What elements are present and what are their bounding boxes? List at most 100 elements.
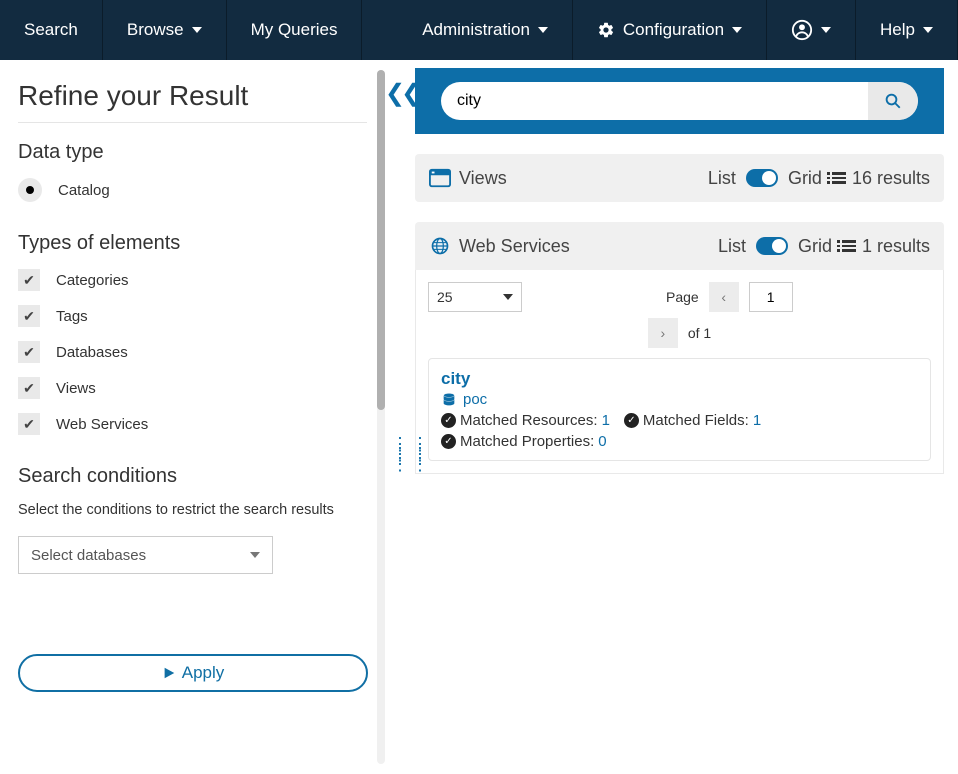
list-icon xyxy=(832,172,846,183)
type-categories[interactable]: ✔ Categories xyxy=(18,269,367,291)
drag-handle-icon[interactable]: ⋮⋮⋮⋮⋮⋮ xyxy=(391,440,431,470)
collapse-column: ❮❮ ⋮⋮⋮⋮⋮⋮ xyxy=(385,60,415,774)
type-tags[interactable]: ✔ Tags xyxy=(18,305,367,327)
views-list-grid-toggle[interactable] xyxy=(746,169,778,187)
nav-user[interactable] xyxy=(767,0,856,60)
search-button[interactable] xyxy=(868,82,918,120)
ws-grid-label: Grid xyxy=(798,236,832,257)
user-icon xyxy=(791,19,813,41)
page-of-label: of 1 xyxy=(688,325,711,341)
caret-down-icon xyxy=(250,552,260,558)
matched-fields-val: 1 xyxy=(753,412,761,429)
caret-down-icon xyxy=(821,27,831,33)
ws-list-grid-toggle[interactable] xyxy=(756,237,788,255)
window-icon xyxy=(429,168,451,188)
caret-down-icon xyxy=(503,294,513,300)
nav-my-queries[interactable]: My Queries xyxy=(227,0,363,60)
database-icon xyxy=(441,392,457,408)
conditions-help: Select the conditions to restrict the se… xyxy=(18,502,367,518)
sidebar-title: Refine your Result xyxy=(18,80,367,123)
caret-down-icon xyxy=(732,27,742,33)
search-banner xyxy=(415,68,944,134)
check-circle-icon: ✓ xyxy=(624,413,639,428)
nav-administration-label: Administration xyxy=(422,20,530,40)
views-results-count: 16 results xyxy=(852,168,930,189)
type-views[interactable]: ✔ Views xyxy=(18,377,367,399)
pager-row-2: › of 1 xyxy=(428,318,931,348)
page-input[interactable] xyxy=(749,282,793,312)
sidebar-scrollbar[interactable] xyxy=(377,70,385,764)
types-heading: Types of elements xyxy=(18,232,367,255)
radio-icon xyxy=(18,178,42,202)
views-section: Views List Grid 16 results xyxy=(415,154,944,202)
matched-props-label: Matched Properties: xyxy=(460,433,594,450)
caret-down-icon xyxy=(538,27,548,33)
ws-title: Web Services xyxy=(459,236,570,257)
nav-my-queries-label: My Queries xyxy=(251,20,338,40)
web-services-section: Web Services List Grid 1 results 25 Page xyxy=(415,222,944,474)
ws-results-count: 1 results xyxy=(862,236,930,257)
data-type-catalog[interactable]: Catalog xyxy=(18,178,367,202)
top-nav: Search Browse My Queries Administration … xyxy=(0,0,958,60)
views-list-label: List xyxy=(708,168,736,189)
matched-props-val: 0 xyxy=(598,433,606,450)
globe-icon xyxy=(429,236,451,256)
views-header[interactable]: Views List Grid 16 results xyxy=(415,154,944,202)
views-title: Views xyxy=(459,168,507,189)
check-circle-icon: ✓ xyxy=(441,413,456,428)
check-circle-icon: ✓ xyxy=(441,434,456,449)
result-card[interactable]: city poc ✓ Ma xyxy=(428,358,931,461)
type-views-label: Views xyxy=(56,380,96,397)
nav-help[interactable]: Help xyxy=(856,0,958,60)
nav-browse-label: Browse xyxy=(127,20,184,40)
checkbox-icon: ✔ xyxy=(18,413,40,435)
content-area: Views List Grid 16 results Web Services xyxy=(415,60,958,774)
nav-search[interactable]: Search xyxy=(0,0,103,60)
data-type-catalog-label: Catalog xyxy=(58,182,110,199)
checkbox-icon: ✔ xyxy=(18,377,40,399)
apply-button[interactable]: Apply xyxy=(18,654,368,692)
checkbox-icon: ✔ xyxy=(18,341,40,363)
type-databases[interactable]: ✔ Databases xyxy=(18,341,367,363)
result-parent-db: poc xyxy=(463,391,487,408)
play-icon xyxy=(162,666,176,680)
apply-label: Apply xyxy=(182,663,225,683)
views-grid-label: Grid xyxy=(788,168,822,189)
select-db-placeholder: Select databases xyxy=(31,547,146,564)
type-web-services[interactable]: ✔ Web Services xyxy=(18,413,367,435)
nav-help-label: Help xyxy=(880,20,915,40)
caret-down-icon xyxy=(923,27,933,33)
type-categories-label: Categories xyxy=(56,272,129,289)
type-databases-label: Databases xyxy=(56,344,128,361)
collapse-sidebar-button[interactable]: ❮❮ xyxy=(385,82,415,106)
data-type-heading: Data type xyxy=(18,141,367,164)
select-databases-dropdown[interactable]: Select databases xyxy=(18,536,273,574)
pager-row: 25 Page ‹ xyxy=(428,282,931,312)
result-title: city xyxy=(441,369,918,389)
ws-list-label: List xyxy=(718,236,746,257)
conditions-heading: Search conditions xyxy=(18,465,367,488)
page-size-select[interactable]: 25 xyxy=(428,282,522,312)
search-input[interactable] xyxy=(441,92,868,110)
ws-body: 25 Page ‹ › of 1 city xyxy=(415,270,944,474)
matched-resources-val: 1 xyxy=(602,412,610,429)
caret-down-icon xyxy=(192,27,202,33)
search-pill xyxy=(441,82,918,120)
refine-sidebar: Refine your Result Data type Catalog Typ… xyxy=(0,60,385,774)
nav-configuration[interactable]: Configuration xyxy=(573,0,767,60)
pager-next-button[interactable]: › xyxy=(648,318,678,348)
matched-fields-label: Matched Fields: xyxy=(643,412,749,429)
gear-icon xyxy=(597,21,615,39)
checkbox-icon: ✔ xyxy=(18,305,40,327)
pager-prev-button[interactable]: ‹ xyxy=(709,282,739,312)
nav-browse[interactable]: Browse xyxy=(103,0,227,60)
match-row: ✓ Matched Resources: 1 ✓ Matched Fields:… xyxy=(441,412,918,450)
result-parent[interactable]: poc xyxy=(441,391,918,408)
page-size-value: 25 xyxy=(437,289,453,305)
nav-administration[interactable]: Administration xyxy=(398,0,573,60)
web-services-header[interactable]: Web Services List Grid 1 results xyxy=(415,222,944,270)
page-label: Page xyxy=(666,289,699,305)
search-icon xyxy=(884,92,902,110)
type-tags-label: Tags xyxy=(56,308,88,325)
matched-resources-label: Matched Resources: xyxy=(460,412,598,429)
